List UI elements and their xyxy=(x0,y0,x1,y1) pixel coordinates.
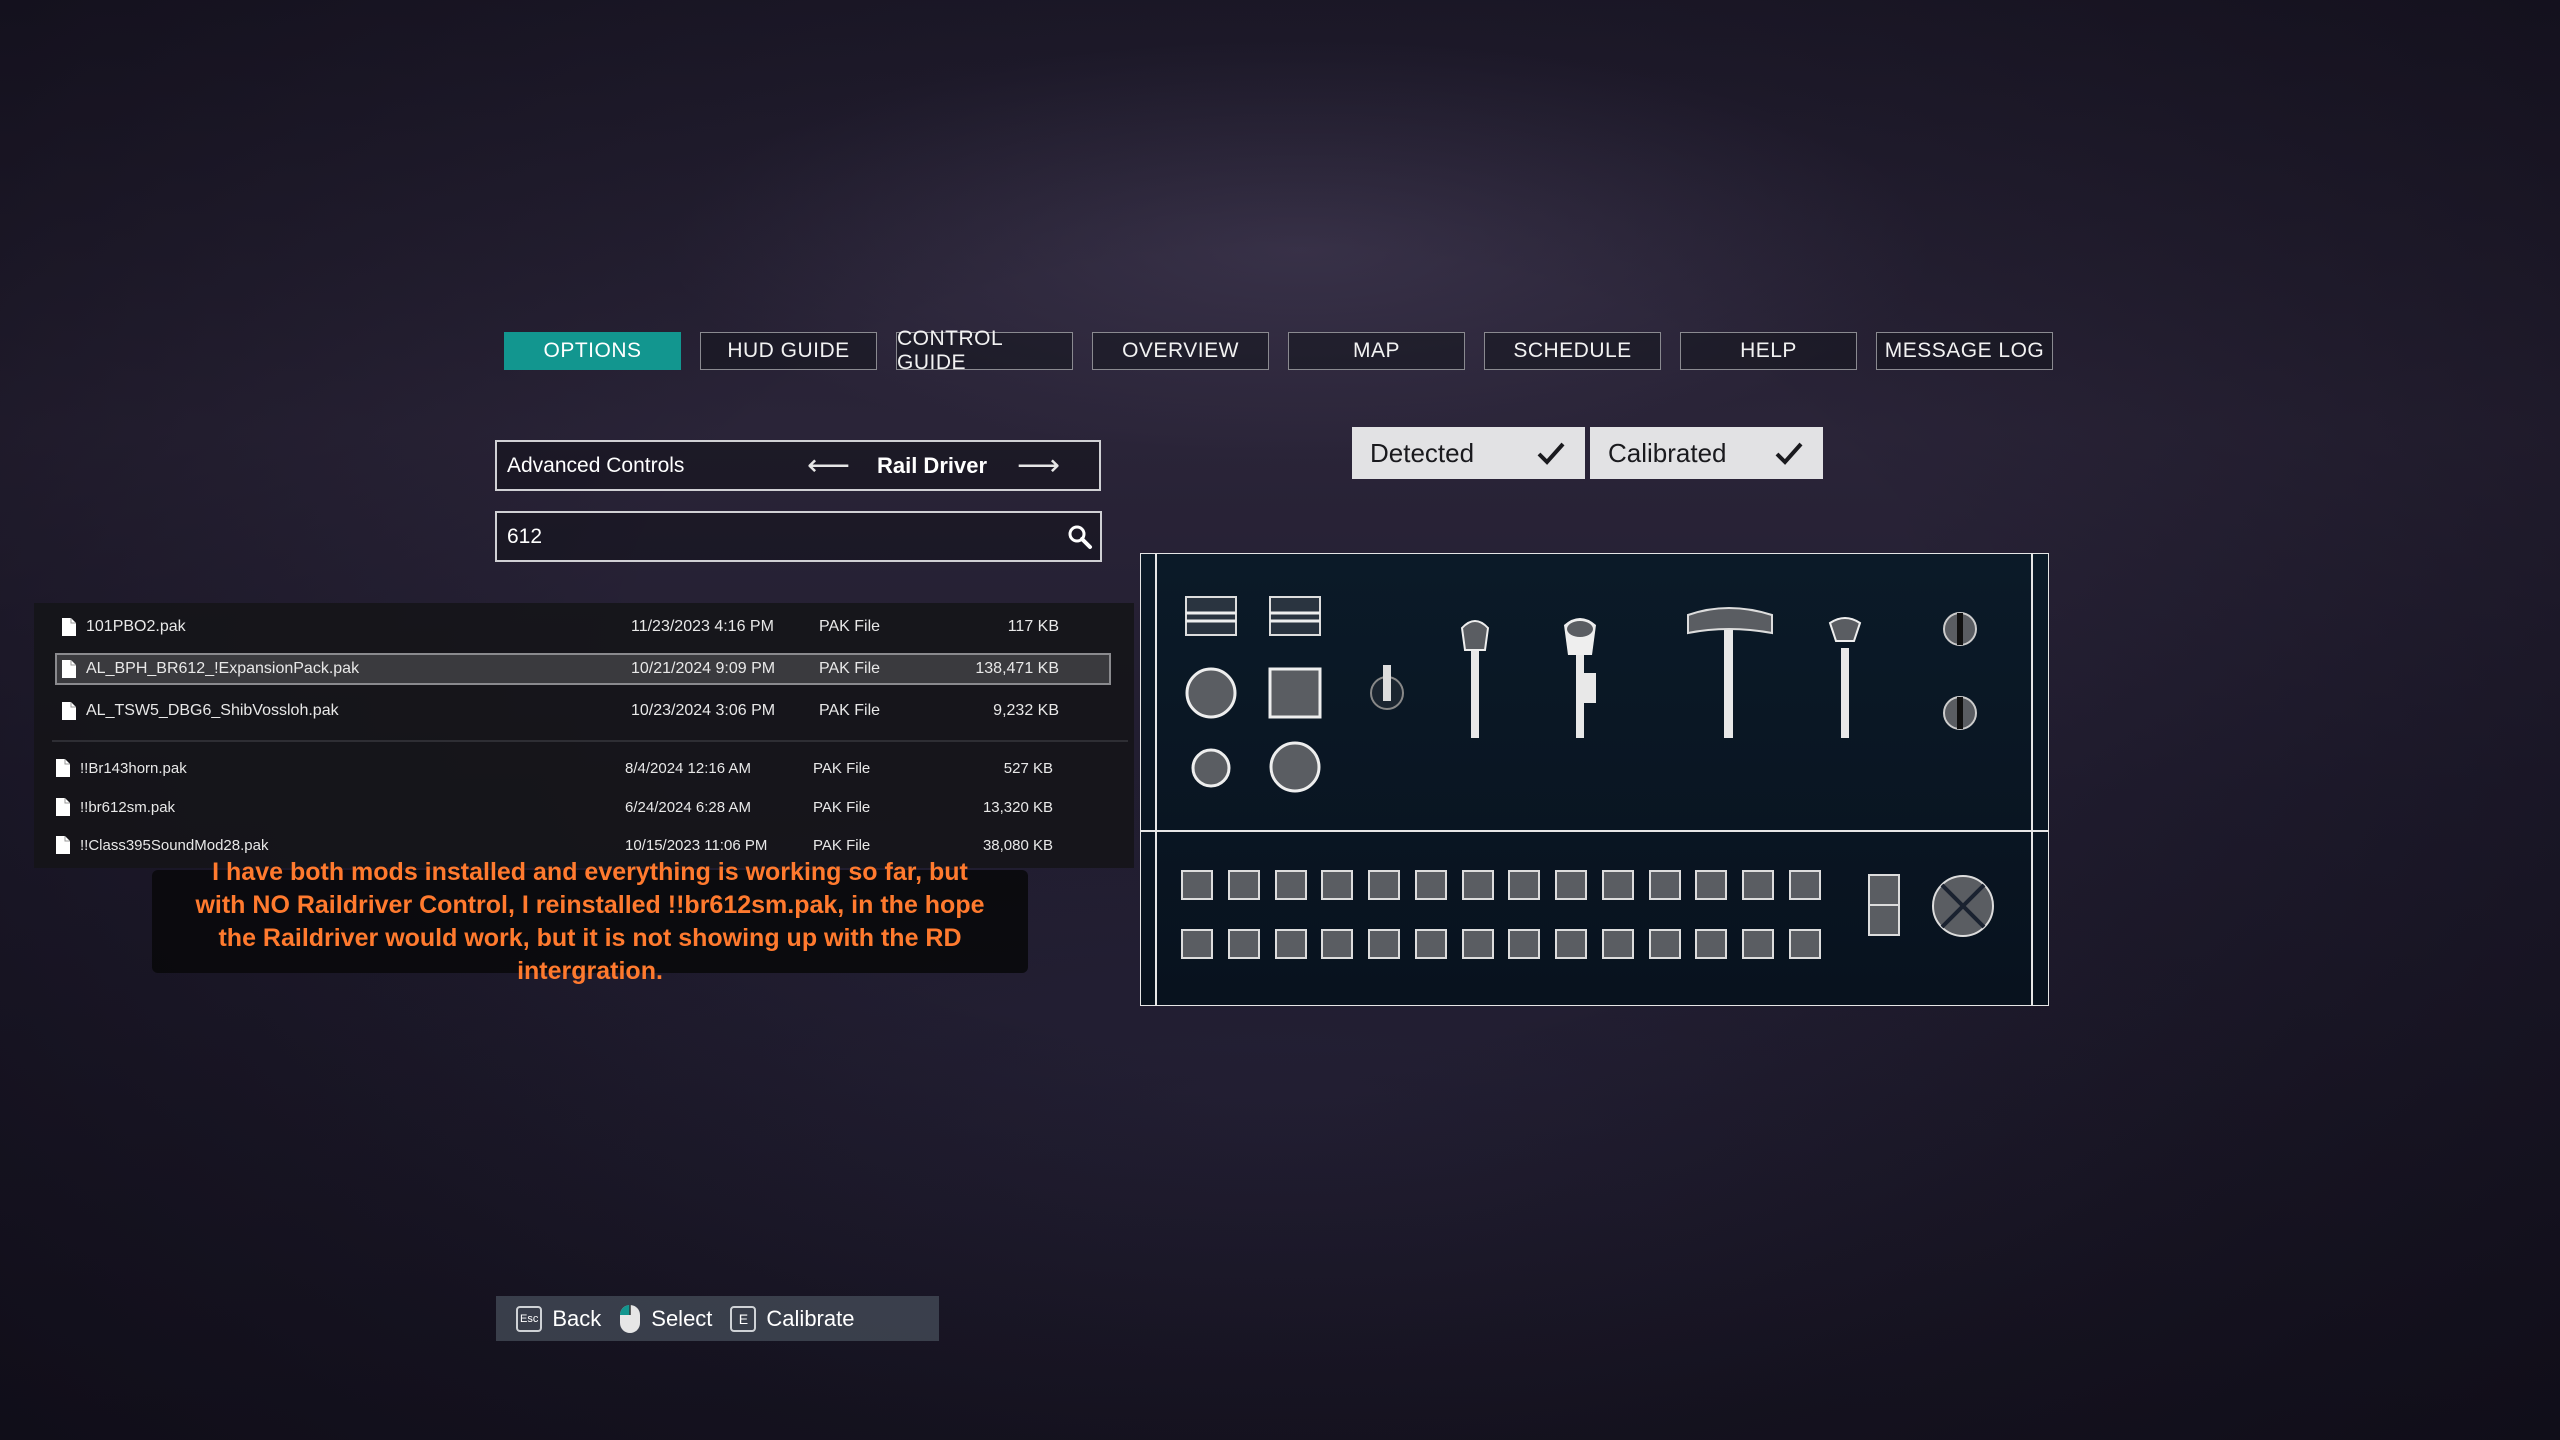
file-type: PAK File xyxy=(813,759,871,777)
search-field[interactable]: 612 xyxy=(495,511,1102,562)
file-date: 10/21/2024 9:09 PM xyxy=(631,660,776,677)
file-icon xyxy=(56,836,70,854)
list-item-selected[interactable]: AL_BPH_BR612_!ExpansionPack.pak 10/21/20… xyxy=(55,653,1111,685)
file-name: !!Class395SoundMod28.pak xyxy=(80,836,269,854)
category-label: Advanced Controls xyxy=(507,453,685,477)
file-date: 10/23/2024 3:06 PM xyxy=(631,702,776,719)
square-button-icon[interactable] xyxy=(1268,667,1322,719)
device-name: Rail Driver xyxy=(876,452,988,478)
file-date: 11/23/2023 4:16 PM xyxy=(631,618,774,635)
comment-line: I have both mods installed and everythin… xyxy=(212,857,968,886)
detected-label: Detected xyxy=(1370,437,1475,468)
tab-message-log[interactable]: MESSAGE LOG xyxy=(1876,332,2053,370)
file-name: AL_TSW5_DBG6_ShibVossloh.pak xyxy=(86,702,339,719)
file-name: 101PBO2.pak xyxy=(86,618,186,635)
select-hint[interactable]: Select xyxy=(619,1304,712,1334)
light-switch-icon[interactable] xyxy=(1943,696,1977,730)
tab-map[interactable]: MAP xyxy=(1288,332,1465,370)
list-item[interactable]: !!br612sm.pak 6/24/2024 6:28 AM PAK File… xyxy=(54,793,1053,821)
list-item[interactable]: !!Br143horn.pak 8/4/2024 12:16 AM PAK Fi… xyxy=(54,754,1053,782)
file-icon xyxy=(62,660,76,678)
detected-badge: Detected xyxy=(1352,427,1585,479)
control-hints-bar: Esc Back Select E Calibrate xyxy=(496,1296,939,1341)
tab-overview[interactable]: OVERVIEW xyxy=(1092,332,1269,370)
prev-device-arrow-icon[interactable]: ⟵ xyxy=(807,448,850,483)
esc-key-icon: Esc xyxy=(516,1305,543,1332)
auto-brake-lever-icon[interactable] xyxy=(1269,596,1321,636)
small-knob-icon[interactable] xyxy=(1191,748,1231,788)
file-icon xyxy=(56,759,70,777)
comment-line: with NO Raildriver Control, I reinstalle… xyxy=(195,890,985,919)
search-icon[interactable] xyxy=(1060,524,1100,550)
large-knob-icon[interactable] xyxy=(1269,741,1321,793)
list-item[interactable]: AL_TSW5_DBG6_ShibVossloh.pak 10/23/2024 … xyxy=(60,697,1059,725)
wiper-switch-icon[interactable] xyxy=(1943,612,1977,646)
reverser-lever-icon[interactable] xyxy=(1185,596,1237,636)
tab-help[interactable]: HELP xyxy=(1680,332,1857,370)
dpad-icon[interactable] xyxy=(1932,875,1994,937)
raildriver-diagram xyxy=(1140,553,2049,1006)
file-date: 6/24/2024 6:28 AM xyxy=(625,798,751,816)
file-date: 8/4/2024 12:16 AM xyxy=(625,759,751,777)
file-type: PAK File xyxy=(813,836,871,854)
top-nav: OPTIONS HUD GUIDE CONTROL GUIDE OVERVIEW… xyxy=(504,327,2053,374)
file-type: PAK File xyxy=(819,702,881,719)
calibrate-label: Calibrate xyxy=(766,1305,855,1331)
file-size: 138,471 KB xyxy=(975,660,1059,677)
back-label: Back xyxy=(552,1305,602,1331)
file-size: 38,080 KB xyxy=(982,836,1053,854)
file-size: 9,232 KB xyxy=(993,702,1059,719)
file-name: !!Br143horn.pak xyxy=(80,759,187,777)
check-icon xyxy=(1775,442,1803,465)
file-size: 117 KB xyxy=(1007,618,1059,635)
file-icon xyxy=(62,702,76,720)
calibrated-badge: Calibrated xyxy=(1590,427,1823,479)
calibrate-hint[interactable]: E Calibrate xyxy=(730,1305,855,1332)
tab-control-guide[interactable]: CONTROL GUIDE xyxy=(896,327,1073,374)
tab-options[interactable]: OPTIONS xyxy=(504,332,681,370)
rocker-switch-icon[interactable] xyxy=(1868,874,1900,936)
search-input[interactable]: 612 xyxy=(507,525,1060,549)
file-size: 527 KB xyxy=(1003,759,1053,777)
comment-line: the Raildriver would work, but it is not… xyxy=(218,923,962,985)
device-status: Detected Calibrated xyxy=(1352,427,1823,479)
list-item[interactable]: 101PBO2.pak 11/23/2023 4:16 PM PAK File … xyxy=(60,613,1059,641)
rotary-knob-icon[interactable] xyxy=(1185,667,1237,719)
file-type: PAK File xyxy=(819,618,881,635)
e-key-icon: E xyxy=(730,1305,757,1332)
tab-hud-guide[interactable]: HUD GUIDE xyxy=(700,332,877,370)
file-icon xyxy=(62,618,76,636)
file-name: AL_BPH_BR612_!ExpansionPack.pak xyxy=(86,660,360,677)
mouse-icon xyxy=(620,1304,641,1333)
next-device-arrow-icon[interactable]: ⟶ xyxy=(1017,448,1060,483)
file-date: 10/15/2023 11:06 PM xyxy=(625,836,768,854)
controller-selector: Advanced Controls ⟵ Rail Driver ⟶ xyxy=(495,440,1101,491)
check-icon xyxy=(1537,442,1565,465)
file-type: PAK File xyxy=(813,798,871,816)
file-size: 13,320 KB xyxy=(982,798,1053,816)
tab-schedule[interactable]: SCHEDULE xyxy=(1484,332,1661,370)
file-type: PAK File xyxy=(819,660,881,677)
file-explorer-list: 101PBO2.pak 11/23/2023 4:16 PM PAK File … xyxy=(34,603,1134,868)
list-divider xyxy=(52,740,1128,742)
calibrated-label: Calibrated xyxy=(1608,437,1727,468)
select-label: Select xyxy=(651,1305,713,1331)
file-name: !!br612sm.pak xyxy=(80,798,176,816)
back-hint[interactable]: Esc Back xyxy=(516,1305,602,1332)
user-comment-caption: I have both mods installed and everythin… xyxy=(152,858,1028,985)
file-icon xyxy=(56,798,70,816)
